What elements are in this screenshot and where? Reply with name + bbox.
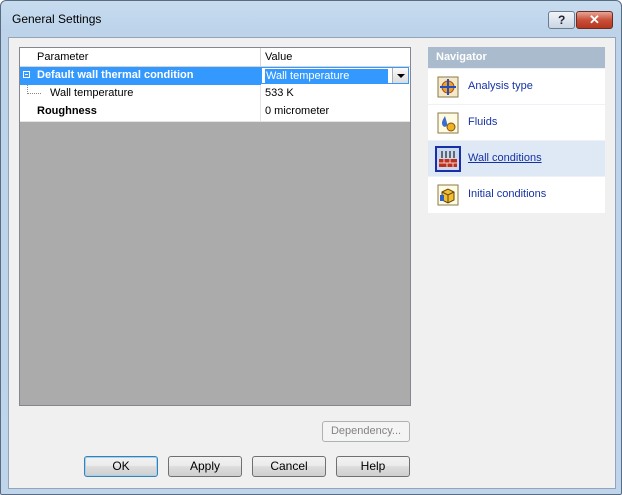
help-button[interactable]: Help [336,456,410,477]
title-help-button[interactable]: ? [548,11,575,29]
parameter-name: Wall temperature [50,87,134,99]
column-divider[interactable] [260,48,261,66]
help-icon: ? [558,13,566,27]
window-title: General Settings [12,12,102,26]
nav-item-label: Fluids [468,116,498,128]
table-row[interactable]: Wall temperature 533 K [20,85,410,103]
parameter-grid: Parameter Value Default wall thermal con… [19,47,411,406]
cell-divider [260,85,261,103]
navigator-panel: Navigator Analysis type Fluids Wall cond… [428,47,605,213]
value-dropdown[interactable]: Wall temperature [261,67,409,84]
tree-connector [27,93,41,94]
apply-button[interactable]: Apply [168,456,242,477]
cancel-button[interactable]: Cancel [252,456,326,477]
grid-header: Parameter Value [20,48,410,67]
wall-conditions-icon [435,146,461,172]
nav-item-fluids[interactable]: Fluids [428,104,605,141]
general-settings-dialog: General Settings ? ✕ Parameter Value Def… [0,0,622,495]
title-close-button[interactable]: ✕ [576,11,613,29]
table-row[interactable]: Roughness 0 micrometer [20,103,410,122]
cell-divider [260,103,261,121]
column-header-value[interactable]: Value [265,51,292,63]
parameter-name: Default wall thermal condition [37,69,194,81]
ok-button[interactable]: OK [84,456,158,477]
fluids-icon [437,112,459,134]
dependency-button[interactable]: Dependency... [322,421,410,442]
dropdown-value: Wall temperature [265,69,388,83]
chevron-down-icon[interactable] [392,68,408,83]
nav-item-label: Wall conditions [468,152,542,164]
column-header-parameter[interactable]: Parameter [37,51,88,63]
nav-item-label: Initial conditions [468,188,547,200]
navigator-header: Navigator [428,47,605,68]
close-icon: ✕ [589,12,600,27]
title-bar[interactable]: General Settings ? ✕ [1,1,621,37]
parameter-name: Roughness [37,105,97,117]
nav-item-label: Analysis type [468,80,533,92]
table-row[interactable]: Default wall thermal condition Wall temp… [20,67,410,85]
collapse-toggle-icon[interactable] [23,71,30,78]
parameter-value[interactable]: 533 K [265,87,294,99]
navigator-title: Navigator [436,51,487,63]
parameter-value[interactable]: 0 micrometer [265,105,329,117]
nav-item-initial-conditions[interactable]: Initial conditions [428,176,605,213]
nav-item-analysis-type[interactable]: Analysis type [428,68,605,105]
nav-item-wall-conditions[interactable]: Wall conditions [428,140,605,177]
analysis-type-icon [437,76,459,98]
initial-conditions-icon [437,184,459,206]
dialog-body: Parameter Value Default wall thermal con… [8,37,616,489]
